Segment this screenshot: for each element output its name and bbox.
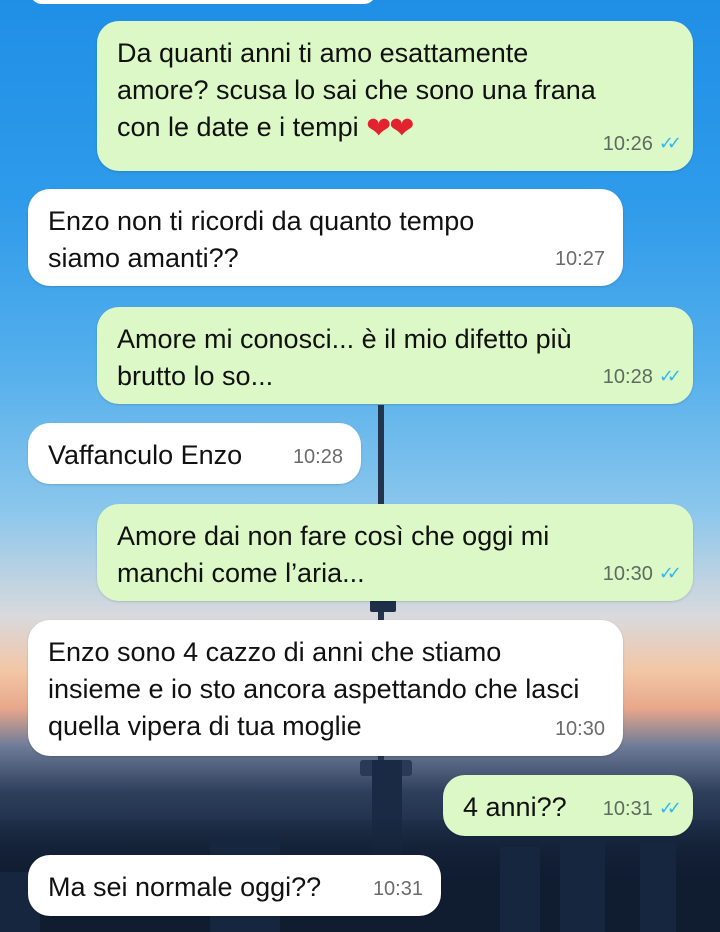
message-meta: 10:26 ✓✓ <box>602 125 682 163</box>
message-meta: 10:27 <box>555 241 605 278</box>
double-check-icon: ✓✓ <box>658 133 682 153</box>
message-text: Ma sei normale oggi?? <box>48 872 322 902</box>
message-meta: 10:28 ✓✓ <box>602 358 682 396</box>
message-bubble-outgoing[interactable]: Amore dai non fare così che oggi mi manc… <box>97 504 693 601</box>
message-time: 10:30 <box>554 718 605 740</box>
message-time: 10:31 <box>372 878 423 900</box>
message-meta: 10:28 <box>293 439 343 476</box>
message-time: 10:27 <box>554 248 605 270</box>
message-time: 10:28 <box>602 366 653 388</box>
message-text: Enzo sono 4 cazzo di anni che stiamo ins… <box>48 637 580 741</box>
message-meta: 10:30 ✓✓ <box>602 555 682 593</box>
message-bubble-incoming[interactable]: Ma sei normale oggi?? 10:31 <box>28 855 441 916</box>
double-check-icon: ✓✓ <box>658 366 682 386</box>
message-bubble-incoming[interactable]: Enzo sono 4 cazzo di anni che stiamo ins… <box>28 620 623 756</box>
previous-message-edge <box>30 0 376 4</box>
message-meta: 10:30 <box>555 711 605 748</box>
tower-band <box>370 600 396 612</box>
message-meta: 10:31 <box>373 871 423 908</box>
message-time: 10:26 <box>602 133 653 155</box>
message-text: Amore mi conosci... è il mio difetto più… <box>117 324 572 391</box>
message-meta: 10:31 ✓✓ <box>602 790 682 828</box>
message-text: Enzo non ti ricordi da quanto tempo siam… <box>48 206 475 273</box>
message-time: 10:31 <box>602 798 653 820</box>
message-text: 4 anni?? <box>463 792 567 822</box>
message-time: 10:28 <box>292 446 343 468</box>
message-text: Da quanti anni ti amo esattamente amore?… <box>117 38 596 142</box>
message-bubble-outgoing[interactable]: Da quanti anni ti amo esattamente amore?… <box>97 21 693 171</box>
double-check-icon: ✓✓ <box>658 563 682 583</box>
message-bubble-outgoing[interactable]: 4 anni?? 10:31 ✓✓ <box>443 775 693 836</box>
message-bubble-incoming[interactable]: Vaffanculo Enzo 10:28 <box>28 423 361 484</box>
message-time: 10:30 <box>602 563 653 585</box>
message-bubble-outgoing[interactable]: Amore mi conosci... è il mio difetto più… <box>97 307 693 404</box>
message-text: Vaffanculo Enzo <box>48 440 243 470</box>
message-text: Amore dai non fare così che oggi mi manc… <box>117 521 550 588</box>
heart-emoji-icon: ❤❤ <box>366 112 414 145</box>
message-bubble-incoming[interactable]: Enzo non ti ricordi da quanto tempo siam… <box>28 189 623 286</box>
double-check-icon: ✓✓ <box>658 798 682 818</box>
